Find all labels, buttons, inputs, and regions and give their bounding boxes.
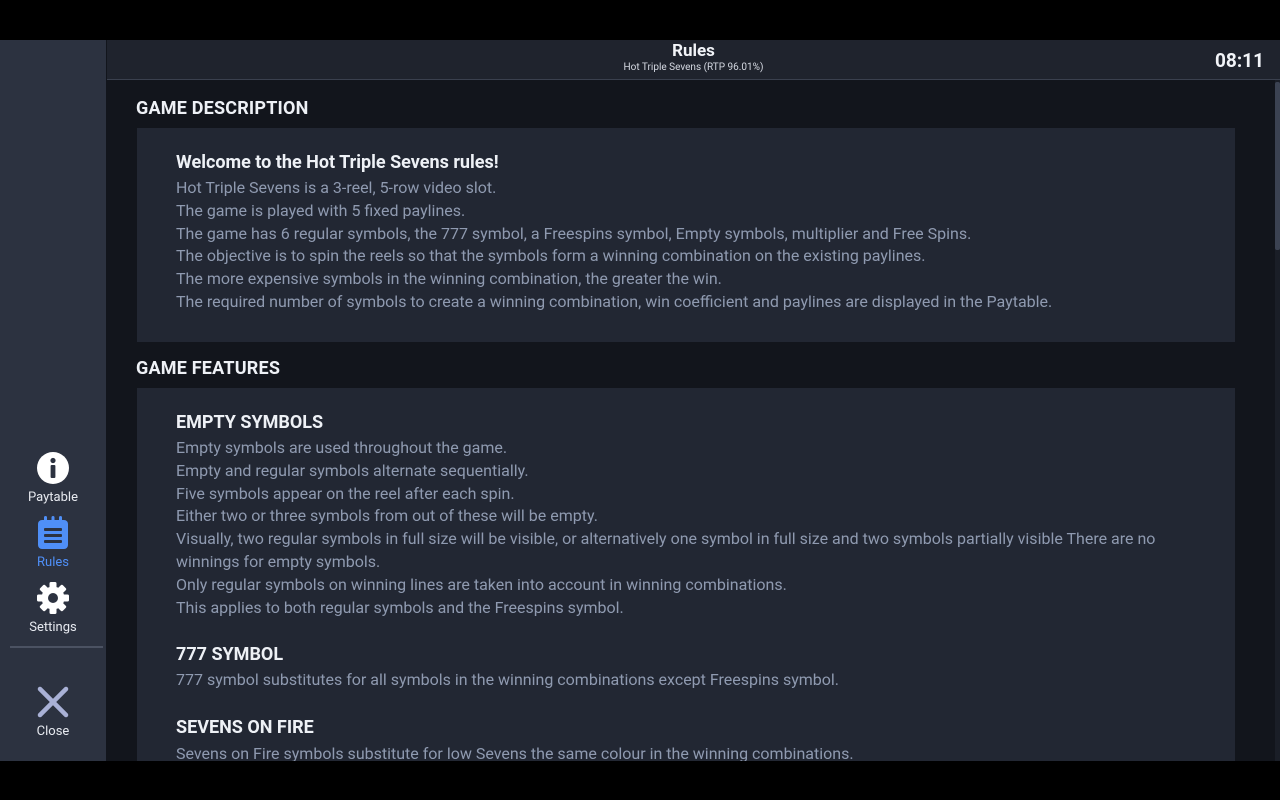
sevens-on-fire-text: Sevens on Fire symbols substitute for lo…	[176, 743, 1196, 761]
sidebar-item-label: Settings	[29, 620, 77, 635]
text-line: The game is played with 5 fixed paylines…	[176, 200, 466, 220]
section-title-game-features: GAME FEATURES	[136, 358, 281, 379]
game-subtitle: Hot Triple Sevens (RTP 96.01%)	[623, 62, 764, 73]
welcome-heading: Welcome to the Hot Triple Sevens rules!	[176, 152, 499, 173]
text-line: The game has 6 regular symbols, the 777 …	[176, 223, 972, 243]
sidebar-item-rules[interactable]: Rules	[0, 515, 106, 570]
text-line: Empty and regular symbols alternate sequ…	[176, 460, 529, 480]
text-line: 777 symbol substitutes for all symbols i…	[176, 670, 840, 689]
text-line: Only regular symbols on winning lines ar…	[176, 574, 787, 594]
sidebar-item-label: Rules	[37, 555, 69, 570]
gear-icon	[33, 580, 73, 616]
sidebar-item-label: Paytable	[28, 490, 78, 505]
scrollbar[interactable]	[1275, 80, 1280, 761]
text-line: The more expensive symbols in the winnin…	[176, 269, 722, 289]
header-bar: Rules Hot Triple Sevens (RTP 96.01%) 08:…	[107, 40, 1280, 80]
text-line: This applies to both regular symbols and…	[176, 597, 624, 617]
sidebar-item-paytable[interactable]: Paytable	[0, 450, 106, 505]
rules-content[interactable]: GAME DESCRIPTION Welcome to the Hot Trip…	[107, 80, 1275, 761]
description-text: Hot Triple Sevens is a 3-reel, 5-row vid…	[176, 177, 1196, 314]
page-title: Rules	[672, 41, 715, 61]
sidebar-item-label: Close	[36, 724, 70, 739]
scrollbar-thumb[interactable]	[1275, 82, 1280, 250]
clock: 08:11	[1215, 49, 1264, 72]
text-line: Either two or three symbols from out of …	[176, 506, 598, 526]
text-line: Empty symbols are used throughout the ga…	[176, 438, 508, 457]
text-line: The objective is to spin the reels so th…	[176, 246, 926, 266]
text-line: Hot Triple Sevens is a 3-reel, 5-row vid…	[176, 178, 497, 197]
text-line: Five symbols appear on the reel after ea…	[176, 483, 515, 503]
777-symbol-text: 777 symbol substitutes for all symbols i…	[176, 669, 1196, 692]
text-line: Visually, two regular symbols in full si…	[176, 529, 1156, 571]
rules-icon	[33, 515, 73, 551]
game-features-panel: EMPTY SYMBOLS Empty symbols are used thr…	[137, 388, 1235, 761]
info-icon	[33, 450, 73, 486]
sidebar-divider	[10, 646, 103, 648]
section-title-game-description: GAME DESCRIPTION	[136, 98, 309, 119]
sidebar: Paytable Rules Settings Close	[0, 40, 106, 761]
sevens-on-fire-heading: SEVENS ON FIRE	[176, 717, 314, 738]
sidebar-item-settings[interactable]: Settings	[0, 580, 106, 635]
empty-symbols-heading: EMPTY SYMBOLS	[176, 412, 324, 433]
empty-symbols-text: Empty symbols are used throughout the ga…	[176, 437, 1196, 619]
text-line: The required number of symbols to create…	[176, 291, 1053, 311]
777-symbol-heading: 777 SYMBOL	[176, 644, 284, 665]
text-line: Sevens on Fire symbols substitute for lo…	[176, 744, 854, 761]
close-button[interactable]: Close	[0, 684, 106, 739]
rules-screen: Paytable Rules Settings Close Rules Hot …	[0, 40, 1280, 761]
close-icon	[33, 684, 73, 720]
game-description-panel: Welcome to the Hot Triple Sevens rules! …	[137, 128, 1235, 342]
